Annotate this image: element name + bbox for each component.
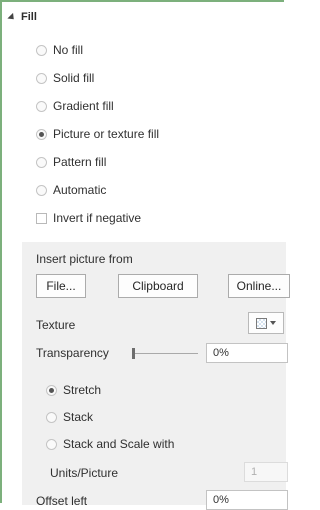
radio-solid-fill-label: Solid fill (53, 71, 95, 85)
radio-pattern-fill[interactable]: Pattern fill (36, 152, 106, 172)
radio-icon[interactable] (46, 411, 57, 423)
invert-if-negative-checkbox[interactable]: Invert if negative (36, 208, 141, 228)
radio-icon[interactable] (36, 44, 47, 56)
radio-selected-icon[interactable] (36, 128, 47, 140)
transparency-slider-track[interactable] (132, 353, 198, 354)
transparency-label: Transparency (36, 346, 109, 360)
collapse-triangle-icon[interactable] (7, 12, 17, 22)
radio-stack[interactable]: Stack (46, 407, 93, 427)
units-picture-label: Units/Picture (50, 466, 119, 480)
radio-icon[interactable] (36, 72, 47, 84)
radio-picture-or-texture-fill[interactable]: Picture or texture fill (36, 124, 159, 144)
radio-stack-and-scale-label: Stack and Scale with (63, 437, 175, 451)
online-button[interactable]: Online... (228, 274, 290, 298)
radio-automatic[interactable]: Automatic (36, 180, 106, 200)
chevron-down-icon (270, 321, 276, 325)
radio-icon[interactable] (46, 438, 57, 450)
radio-no-fill-label: No fill (53, 43, 84, 57)
clipboard-button[interactable]: Clipboard (118, 274, 198, 298)
texture-dropdown[interactable] (248, 312, 284, 334)
radio-gradient-fill[interactable]: Gradient fill (36, 96, 114, 116)
checkbox-icon[interactable] (36, 212, 47, 224)
radio-stretch[interactable]: Stretch (46, 380, 101, 400)
units-picture-input[interactable]: 1 (244, 462, 288, 482)
fill-section-header[interactable]: Fill (6, 8, 37, 26)
radio-icon[interactable] (36, 100, 47, 112)
radio-automatic-label: Automatic (53, 183, 107, 197)
fill-section-title: Fill (21, 11, 37, 23)
texture-label: Texture (36, 318, 76, 332)
offset-left-input[interactable]: 0% (206, 490, 288, 510)
radio-stack-label: Stack (63, 410, 94, 424)
radio-icon[interactable] (36, 184, 47, 196)
radio-picture-fill-label: Picture or texture fill (53, 127, 160, 141)
offset-left-label: Offset left (36, 494, 88, 508)
invert-if-negative-label: Invert if negative (53, 211, 142, 225)
radio-stack-and-scale[interactable]: Stack and Scale with (46, 434, 174, 454)
file-button[interactable]: File... (36, 274, 86, 298)
radio-no-fill[interactable]: No fill (36, 40, 83, 60)
radio-stretch-label: Stretch (63, 383, 102, 397)
radio-icon[interactable] (36, 156, 47, 168)
transparency-slider-thumb[interactable] (132, 348, 135, 359)
radio-solid-fill[interactable]: Solid fill (36, 68, 94, 88)
radio-gradient-fill-label: Gradient fill (53, 99, 114, 113)
fill-panel: Fill No fill Solid fill Gradient fill Pi… (0, 0, 290, 510)
texture-swatch-icon (256, 317, 267, 329)
transparency-input[interactable]: 0% (206, 343, 288, 363)
insert-picture-from-label: Insert picture from (36, 252, 133, 266)
radio-selected-icon[interactable] (46, 384, 57, 396)
radio-pattern-fill-label: Pattern fill (53, 155, 107, 169)
